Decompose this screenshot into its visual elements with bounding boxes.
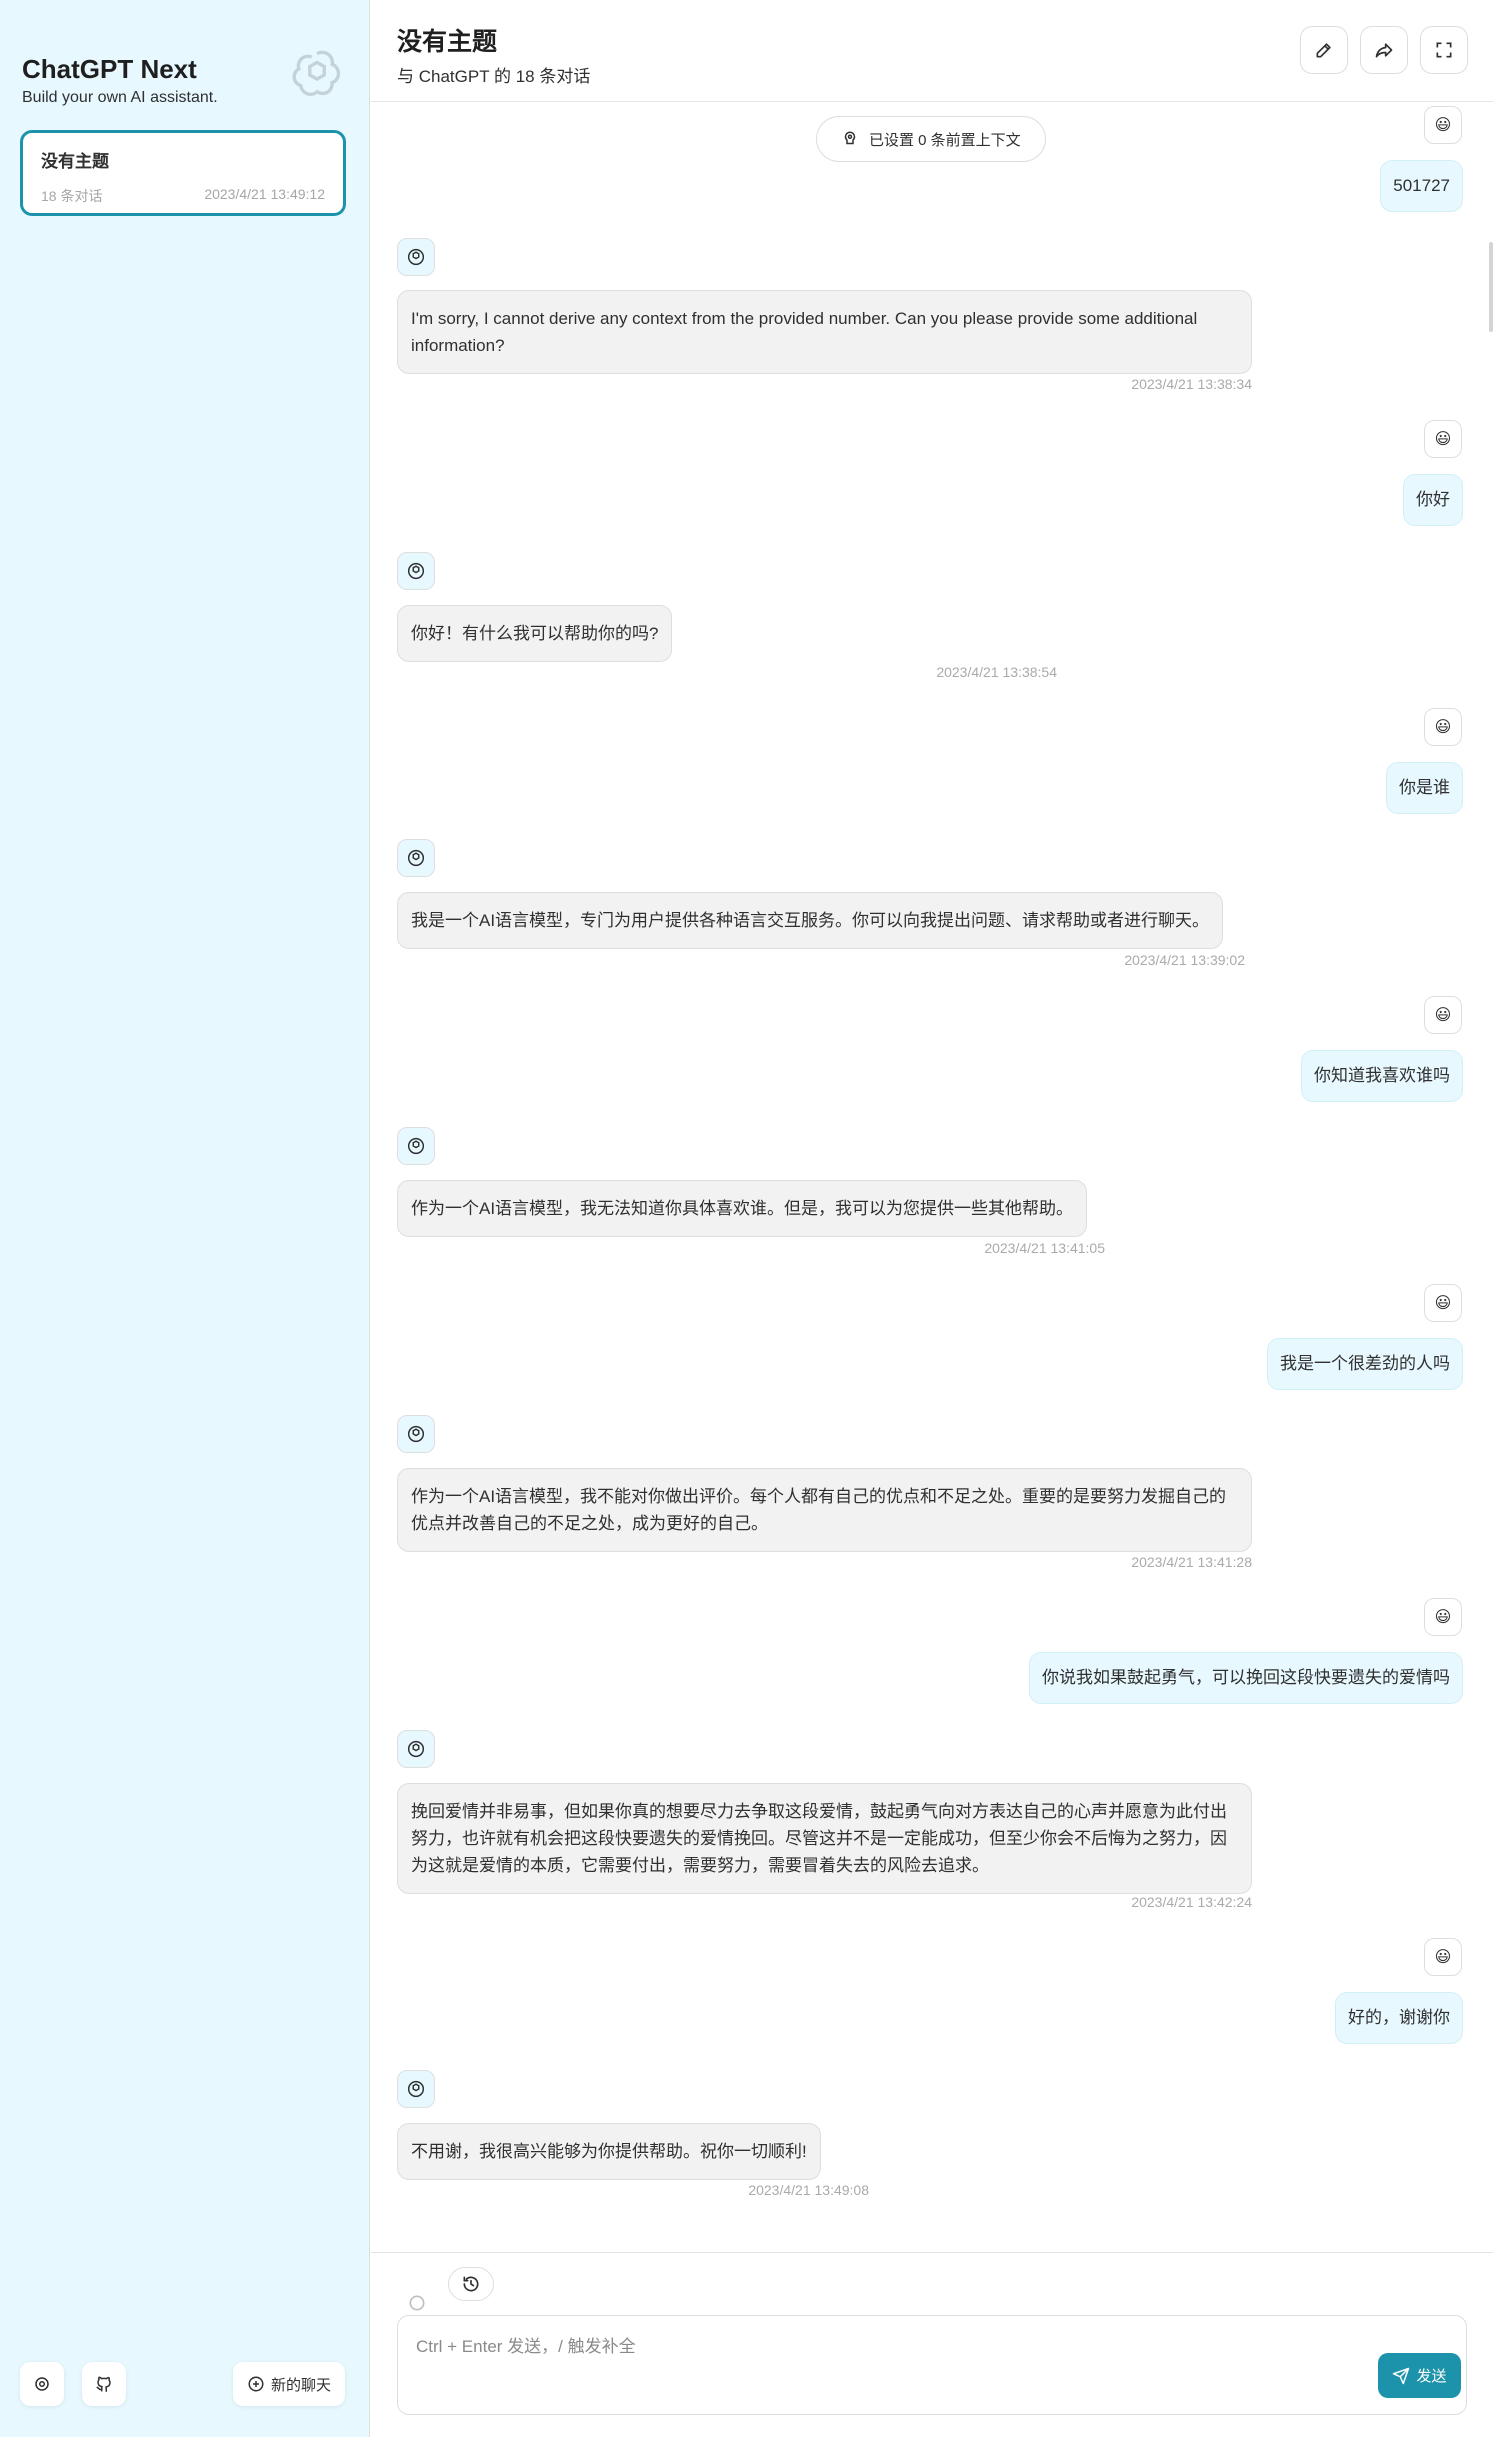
send-icon	[1393, 2367, 1410, 2384]
sidebar: ChatGPT Next Build your own AI assistant…	[0, 0, 370, 2437]
openai-logo-icon	[407, 1740, 425, 1758]
prompt-history-button[interactable]	[448, 2267, 494, 2301]
bot-avatar	[397, 839, 435, 877]
prompt-history-icon	[463, 2276, 479, 2292]
context-prompt-button[interactable]: 已设置 0 条前置上下文	[816, 116, 1046, 162]
bot-message: I'm sorry, I cannot derive any context f…	[397, 290, 1252, 374]
bot-avatar	[397, 1730, 435, 1768]
user-avatar: 😃	[1424, 106, 1462, 144]
openai-logo-icon	[407, 849, 425, 867]
user-avatar: 😃	[1424, 1938, 1462, 1976]
send-label: 发送	[1416, 2368, 1447, 2385]
user-message: 你是谁	[1386, 762, 1463, 814]
share-icon	[1375, 43, 1393, 58]
smiley-icon: 😃	[1434, 117, 1452, 134]
user-message: 我是一个很差劲的人吗	[1267, 1338, 1463, 1390]
bot-message: 我是一个AI语言模型，专门为用户提供各种语言交互服务。你可以向我提出问题、请求帮…	[397, 892, 1224, 949]
bot-avatar	[397, 2070, 435, 2108]
message-time: 2023/4/21 13:49:08	[748, 2182, 869, 2198]
chat-main: 没有主题 与 ChatGPT 的 18 条对话 已设置 0 条前置上下文 😃 5…	[371, 0, 1493, 2437]
openai-logo-icon	[292, 50, 341, 97]
bot-message: 不用谢，我很高兴能够为你提供帮助。祝你一切顺利!	[397, 2123, 821, 2180]
session-meta: 18 条对话 2023/4/21 13:49:12	[41, 186, 325, 206]
user-avatar: 😃	[1424, 1284, 1462, 1322]
bot-avatar	[397, 238, 435, 276]
fullscreen-button[interactable]	[1420, 26, 1468, 74]
app-subtitle: Build your own AI assistant.	[22, 89, 218, 106]
settings-icon	[35, 2377, 49, 2391]
session-item[interactable]: 没有主题 18 条对话 2023/4/21 13:49:12	[20, 130, 346, 216]
edit-icon	[1316, 43, 1331, 58]
smiley-icon: 😃	[1434, 431, 1452, 448]
user-avatar: 😃	[1424, 996, 1462, 1034]
user-avatar: 😃	[1424, 420, 1462, 458]
message-time: 2023/4/21 13:38:54	[936, 664, 1057, 680]
sidebar-footer: 新的聊天	[20, 2362, 345, 2406]
user-message: 你说我如果鼓起勇气，可以挽回这段快要遗失的爱情吗	[1029, 1652, 1463, 1704]
bot-avatar	[397, 1127, 435, 1165]
brand: ChatGPT Next Build your own AI assistant…	[22, 54, 218, 107]
bot-message: 你好！有什么我可以帮助你的吗?	[397, 605, 673, 662]
share-button[interactable]	[1360, 26, 1408, 74]
smiley-icon: 😃	[1434, 1295, 1452, 1312]
context-prompt-label: 已设置 0 条前置上下文	[869, 131, 1021, 149]
github-button[interactable]	[82, 2362, 126, 2406]
add-icon	[248, 2376, 264, 2392]
send-button[interactable]: 发送	[1378, 2353, 1461, 2398]
chat-header: 没有主题 与 ChatGPT 的 18 条对话	[371, 0, 1493, 102]
openai-logo-icon	[407, 1137, 425, 1155]
user-message: 你知道我喜欢谁吗	[1301, 1050, 1463, 1102]
user-message: 好的，谢谢你	[1335, 1992, 1463, 2044]
smiley-icon: 😃	[1434, 719, 1452, 736]
session-title: 没有主题	[41, 152, 109, 171]
chat-input-panel: Ctrl + Enter 发送，/ 触发补全 发送	[371, 2252, 1493, 2437]
openai-logo-icon	[407, 562, 425, 580]
user-avatar: 😃	[1424, 708, 1462, 746]
bot-message: 作为一个AI语言模型，我不能对你做出评价。每个人都有自己的优点和不足之处。重要的…	[397, 1468, 1252, 1552]
rename-button[interactable]	[1300, 26, 1348, 74]
new-chat-label: 新的聊天	[270, 2376, 331, 2394]
message-list[interactable]: 已设置 0 条前置上下文 😃 501727 I'm sorry, I canno…	[371, 102, 1493, 2252]
brain-icon	[409, 2295, 425, 2311]
bot-message: 挽回爱情并非易事，但如果你真的想要尽力去争取这段爱情，鼓起勇气向对方表达自己的心…	[397, 1783, 1252, 1894]
message-time: 2023/4/21 13:38:34	[1131, 376, 1252, 392]
openai-logo-icon	[407, 1425, 425, 1443]
session-count: 18 条对话	[41, 188, 103, 204]
message-time: 2023/4/21 13:41:05	[984, 1240, 1105, 1256]
new-chat-button[interactable]: 新的聊天	[232, 2362, 345, 2406]
github-icon	[96, 2376, 111, 2392]
message-time: 2023/4/21 13:42:24	[1131, 1894, 1252, 1910]
smiley-icon: 😃	[1434, 1007, 1452, 1024]
user-message: 你好	[1403, 474, 1463, 526]
chat-title: 没有主题	[397, 28, 498, 56]
message-time: 2023/4/21 13:39:02	[1124, 952, 1245, 968]
openai-logo-icon	[407, 248, 425, 266]
settings-button[interactable]	[20, 2362, 64, 2406]
brain-icon	[844, 131, 856, 145]
openai-logo-icon	[407, 2080, 425, 2098]
app-root: ChatGPT Next Build your own AI assistant…	[0, 0, 1493, 2437]
chat-input[interactable]: Ctrl + Enter 发送，/ 触发补全	[397, 2315, 1467, 2415]
scrollbar[interactable]	[1487, 102, 1493, 2252]
app-title: ChatGPT Next	[22, 54, 197, 84]
user-message: 501727	[1380, 160, 1463, 212]
chat-subtitle: 与 ChatGPT 的 18 条对话	[397, 67, 591, 86]
bot-message: 作为一个AI语言模型，我无法知道你具体喜欢谁。但是，我可以为您提供一些其他帮助。	[397, 1180, 1088, 1237]
smiley-icon: 😃	[1434, 1609, 1452, 1626]
smiley-icon: 😃	[1434, 1949, 1452, 1966]
scrollbar-thumb[interactable]	[1489, 242, 1493, 332]
bot-avatar	[397, 1415, 435, 1453]
header-actions	[1300, 26, 1468, 74]
bot-avatar	[397, 552, 435, 590]
message-time: 2023/4/21 13:41:28	[1131, 1554, 1252, 1570]
user-avatar: 😃	[1424, 1598, 1462, 1636]
session-time: 2023/4/21 13:49:12	[204, 186, 325, 202]
fullscreen-icon	[1436, 42, 1452, 58]
